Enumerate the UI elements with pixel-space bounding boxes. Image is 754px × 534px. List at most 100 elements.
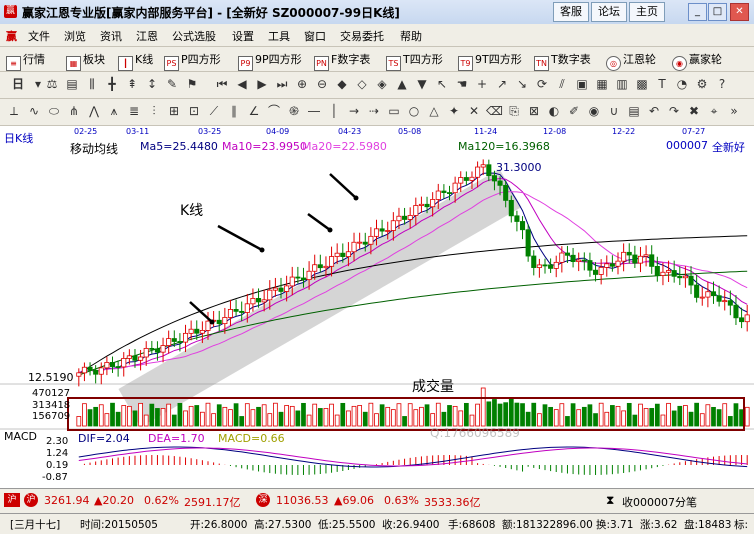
square-icon[interactable]: ⊡: [186, 103, 202, 119]
bars-icon[interactable]: ⫼: [84, 76, 100, 92]
toolbar-9p-square[interactable]: P9 9P四方形: [238, 51, 302, 71]
eye-icon[interactable]: ◉: [586, 103, 602, 119]
table-icon[interactable]: ▥: [614, 76, 630, 92]
zoom-out-icon[interactable]: ⊖: [314, 76, 330, 92]
rect-icon[interactable]: ▭: [386, 103, 402, 119]
parallel-icon[interactable]: ∥: [226, 103, 242, 119]
arc-icon[interactable]: ⌒: [266, 103, 282, 119]
ruler-icon[interactable]: ⟂: [6, 103, 22, 119]
cycle-icon[interactable]: ⫶: [146, 103, 162, 119]
compare-icon[interactable]: ⚖: [44, 76, 60, 92]
color-icon[interactable]: ◐: [546, 103, 562, 119]
line-up-icon[interactable]: ↗: [494, 76, 510, 92]
diamond-icon[interactable]: ◆: [334, 76, 350, 92]
draw-icon[interactable]: ✎: [164, 76, 180, 92]
prev-page-icon[interactable]: ◀: [234, 76, 250, 92]
maximize-icon[interactable]: □: [708, 3, 727, 21]
erase-icon[interactable]: ⌫: [486, 103, 503, 119]
diamond-left-icon[interactable]: ◇: [354, 76, 370, 92]
delete-icon[interactable]: ✖: [686, 103, 702, 119]
crosshair-icon[interactable]: +: [474, 76, 490, 92]
first-page-icon[interactable]: ⏮: [214, 76, 230, 92]
more-icon[interactable]: »: [726, 103, 742, 119]
angle-icon[interactable]: ∠: [246, 103, 262, 119]
arrow-icon[interactable]: ⇢: [366, 103, 382, 119]
ray-icon[interactable]: →: [346, 103, 362, 119]
toolbar-kline[interactable]: ┃ K线: [118, 51, 153, 71]
toolbar-gann-wheel[interactable]: ◎ 江恩轮: [606, 51, 656, 71]
brush-icon[interactable]: ✐: [566, 103, 582, 119]
menu-gann[interactable]: 江恩: [136, 28, 158, 44]
settings-icon[interactable]: ⚙: [694, 76, 710, 92]
last-page-icon[interactable]: ⏭: [274, 76, 290, 92]
menu-trade[interactable]: 交易委托: [340, 28, 384, 44]
grid-icon[interactable]: ▦: [594, 76, 610, 92]
toolbar-quote[interactable]: ≡ 行情: [6, 51, 45, 71]
toolbar-p-square[interactable]: PS P四方形: [164, 51, 221, 71]
kline-type-icon[interactable]: ⇞: [124, 76, 140, 92]
help-icon[interactable]: ?: [714, 76, 730, 92]
lock-icon[interactable]: ⊠: [526, 103, 542, 119]
fork-icon[interactable]: ⋔: [66, 103, 82, 119]
toolbar-winner-wheel[interactable]: ◉ 赢家轮: [672, 51, 722, 71]
cursor-icon[interactable]: ↖: [434, 76, 450, 92]
minimize-icon[interactable]: _: [688, 3, 707, 21]
channel-icon[interactable]: ⫽: [554, 76, 570, 92]
next-page-icon[interactable]: ▶: [254, 76, 270, 92]
toolbar-sector[interactable]: ▦ 板块: [66, 51, 105, 71]
cross-icon[interactable]: ✕: [466, 103, 482, 119]
app-menu-icon[interactable]: 赢: [6, 28, 17, 44]
diamond-right-icon[interactable]: ◈: [374, 76, 390, 92]
toolbar-9t-square[interactable]: T9 9T四方形: [458, 51, 522, 71]
customer-service-button[interactable]: 客服: [553, 2, 589, 22]
trend-icon[interactable]: ⟋: [206, 103, 222, 119]
spiral-icon[interactable]: ֍: [286, 103, 302, 119]
menu-help[interactable]: 帮助: [400, 28, 422, 44]
text-icon[interactable]: T: [654, 76, 670, 92]
toolbar-f-table[interactable]: PN F数字表: [314, 51, 370, 71]
up-arrow-icon[interactable]: ▲: [394, 76, 410, 92]
hand-icon[interactable]: ☚: [454, 76, 470, 92]
zoom-in-icon[interactable]: ⊕: [294, 76, 310, 92]
tag-icon[interactable]: ⌖: [706, 103, 722, 119]
toolbar-t-table[interactable]: TN T数字表: [534, 51, 591, 71]
redo-icon[interactable]: ↷: [666, 103, 682, 119]
gann-fan-icon[interactable]: ⩚: [106, 103, 122, 119]
menu-settings[interactable]: 设置: [232, 28, 254, 44]
calendar-icon[interactable]: ▣: [574, 76, 590, 92]
hline-icon[interactable]: ―: [306, 103, 322, 119]
forum-button[interactable]: 论坛: [591, 2, 627, 22]
menu-formula[interactable]: 公式选股: [172, 28, 216, 44]
circle-icon[interactable]: ○: [406, 103, 422, 119]
save-icon[interactable]: ▤: [626, 103, 642, 119]
down-arrow-icon[interactable]: ▼: [414, 76, 430, 92]
vline-icon[interactable]: │: [326, 103, 342, 119]
menu-tools[interactable]: 工具: [268, 28, 290, 44]
copy-icon[interactable]: ⎘: [506, 103, 522, 119]
line-down-icon[interactable]: ↘: [514, 76, 530, 92]
menu-window[interactable]: 窗口: [304, 28, 326, 44]
calc-icon[interactable]: ▤: [64, 76, 80, 92]
kline-chart-panel[interactable]: 02-25 03-11 03-25 04-09 04-23 05-08 11-24 12-08…: [0, 126, 754, 486]
tick-detail-link[interactable]: 收000007分笔: [622, 494, 697, 510]
undo-icon[interactable]: ↶: [646, 103, 662, 119]
fan-icon[interactable]: ⋀: [86, 103, 102, 119]
close-icon[interactable]: ✕: [730, 3, 749, 21]
star-icon[interactable]: ✦: [446, 103, 462, 119]
calculator-icon[interactable]: ▩: [634, 76, 650, 92]
pie-icon[interactable]: ◔: [674, 76, 690, 92]
up-down-icon[interactable]: ↕: [144, 76, 160, 92]
box-icon[interactable]: ⊞: [166, 103, 182, 119]
period-select[interactable]: 日: [6, 76, 30, 92]
refresh-icon[interactable]: ⟳: [534, 76, 550, 92]
homepage-button[interactable]: 主页: [629, 2, 665, 22]
flag-icon[interactable]: ⚑: [184, 76, 200, 92]
wave-icon[interactable]: ∿: [26, 103, 42, 119]
menu-browse[interactable]: 浏览: [64, 28, 86, 44]
toolbar-t-square[interactable]: TS T四方形: [386, 51, 443, 71]
fib-icon[interactable]: ≣: [126, 103, 142, 119]
menu-file[interactable]: 文件: [28, 28, 50, 44]
triangle-icon[interactable]: △: [426, 103, 442, 119]
ellipse-icon[interactable]: ⬭: [46, 103, 62, 119]
menu-news[interactable]: 资讯: [100, 28, 122, 44]
